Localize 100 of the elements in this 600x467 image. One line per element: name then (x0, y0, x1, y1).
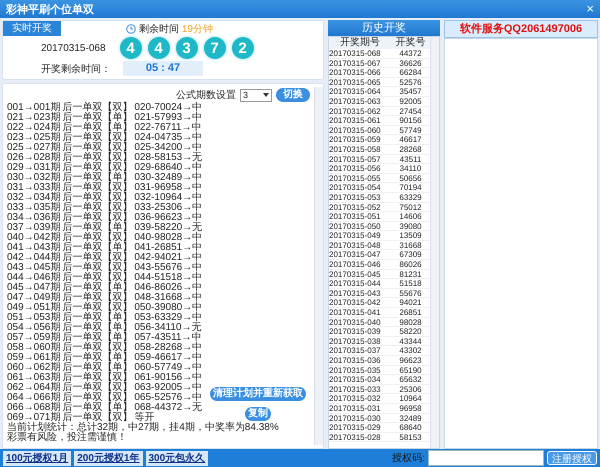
window-title: 彩神平刷个位单双 (6, 2, 94, 16)
plan-pick: 后一单双【双】 (62, 293, 132, 303)
number-ball: 7 (204, 37, 226, 59)
plan-result: 056-34110→无 (134, 323, 202, 333)
plan-result: 053-63329→中 (134, 313, 202, 323)
stats-text: 当前计划统计：总计32期，中27期，挂4期，中奖率为84.38% (7, 423, 280, 433)
formula-select[interactable]: 3 (240, 88, 272, 102)
history-header: 历史开奖 (328, 20, 440, 36)
plan-range: 025→027期 (7, 143, 60, 153)
plan-range: 057→059期 (7, 333, 60, 343)
plan-range: 059→061期 (7, 353, 60, 363)
license-code-field[interactable] (428, 450, 544, 466)
plan-pick: 后一单双【双】 (62, 273, 132, 283)
table-cell-text: 20170315-031 (329, 404, 382, 414)
plan-range: 047→049期 (7, 293, 60, 303)
plan-result: 029-68640→中 (134, 163, 202, 173)
number-ball: 3 (176, 37, 198, 59)
table-cell-text: 20170315-067 (329, 58, 382, 68)
table-cell-text: 58220 (398, 327, 423, 337)
plan-pick: 后一单双【双】 (62, 213, 132, 223)
plan-result: 020-70024→中 (134, 103, 202, 113)
table-cell-text: 28268 (398, 144, 423, 155)
table-cell-text: 26851 (398, 308, 423, 318)
table-cell-text: 20170315-063 (329, 96, 382, 107)
table-cell-text: 20170315-062 (329, 106, 382, 116)
number-ball: 2 (232, 37, 254, 59)
license-link[interactable]: 200元授权1年 (74, 450, 142, 466)
table-cell-text: 52576 (398, 78, 423, 88)
plan-result: 059-46617→中 (134, 353, 202, 363)
plan-range: 030→032期 (7, 173, 60, 183)
number-ball: 4 (120, 37, 142, 59)
table-cell-text: 44372 (398, 49, 423, 59)
plan-range: 037→039期 (7, 223, 60, 233)
caret-icon (263, 93, 269, 97)
plan-pick: 后一单双【单】 (62, 173, 132, 183)
plan-range: 051→053期 (7, 313, 60, 323)
plan-result: 063-92005→中 (134, 383, 202, 393)
table-cell-text: 92005 (398, 96, 423, 107)
plan-result: 068-44372→无 (134, 403, 202, 413)
table-cell-text: 46617 (398, 135, 423, 145)
plan-result: 030-32489→中 (134, 173, 202, 183)
plan-result: 042-94021→中 (134, 253, 202, 263)
table-cell-text: 27454 (398, 106, 423, 116)
license-link[interactable]: 100元授权1月 (3, 450, 72, 466)
register-button[interactable]: 注册授权 (547, 451, 597, 465)
plan-range: 029→031期 (7, 163, 60, 173)
table-cell-text: 65190 (398, 366, 423, 376)
formula-label: 公式期数设置 (176, 88, 236, 102)
table-cell-text: 70194 (398, 183, 423, 193)
timer-value: 05 : 47 (123, 61, 203, 76)
plan-result: 028-58153→无 (134, 153, 202, 163)
plan-result: 048-31668→中 (134, 293, 202, 303)
plan-pick: 后一单双【双】 (62, 343, 132, 353)
plan-pick: 后一单双【单】 (62, 223, 132, 233)
license-link[interactable]: 300元包永久 (146, 450, 208, 466)
plan-range: 034→036期 (7, 213, 60, 223)
table-cell-text: 14606 (398, 212, 423, 222)
copy-button[interactable]: 复制 (245, 407, 272, 421)
plan-pick: 后一单双【双】 (62, 303, 132, 313)
close-button[interactable]: × (586, 2, 594, 16)
table-cell-text: 20170315-040 (329, 318, 382, 328)
plan-range: 064→066期 (7, 393, 60, 403)
table-cell-text: 20170315-059 (329, 135, 382, 145)
scrollbar[interactable] (430, 37, 439, 448)
table-cell-text: 98028 (398, 318, 423, 328)
plan-pick: 后一单双【双】 (62, 253, 132, 263)
table-cell-text: 75012 (398, 202, 423, 212)
plan-result: 058-28268→中 (134, 343, 202, 353)
table-cell-text: 20170315-061 (329, 116, 382, 126)
plan-pick: 后一单双【单】 (62, 123, 132, 133)
table-cell-text: 66284 (398, 68, 423, 78)
table-cell-text: 67309 (398, 250, 423, 260)
live-draw-tab[interactable]: 实时开奖 (3, 21, 61, 36)
table-cell-text: 20170315-046 (329, 260, 382, 270)
plan-pick: 后一单双【双】 (62, 163, 132, 173)
plan-range: 061→063期 (7, 373, 60, 383)
plan-pick: 后一单双【双】 (62, 143, 132, 153)
service-banner: 软件服务QQ2061497006 (444, 20, 598, 38)
plan-result: 024-04735→中 (134, 133, 202, 143)
scrollbar[interactable] (314, 87, 323, 445)
plan-pick: 后一单双【单】 (62, 353, 132, 363)
plan-pick: 后一单双【双】 (62, 133, 132, 143)
plan-range: 066→068期 (7, 403, 60, 413)
table-cell-text: 34110 (398, 164, 422, 174)
countdown-label: 剩余时间 (138, 22, 179, 36)
table-cell-text: 20170315-064 (329, 87, 382, 97)
plan-result: 060-57749→中 (134, 363, 202, 373)
plan-pick: 后一单双【单】 (62, 283, 132, 293)
plan-result: 057-43511→中 (134, 333, 202, 343)
table-cell-text: 20170315-045 (329, 270, 382, 280)
switch-button[interactable]: 切换 (276, 88, 310, 102)
plan-range: 021→023期 (7, 113, 60, 123)
table-cell-text: 96623 (398, 356, 423, 366)
plan-range: 032→034期 (7, 193, 60, 203)
plan-result: 050-39080→中 (134, 303, 202, 313)
table-cell-text: 20170315-028 (329, 432, 382, 442)
plan-pick: 后一单双【双】 (62, 153, 132, 163)
plan-range: 054→056期 (7, 323, 60, 333)
table-cell-text: 51518 (398, 279, 423, 289)
refresh-plan-button[interactable]: 清理计划并重新获取 (210, 387, 306, 401)
